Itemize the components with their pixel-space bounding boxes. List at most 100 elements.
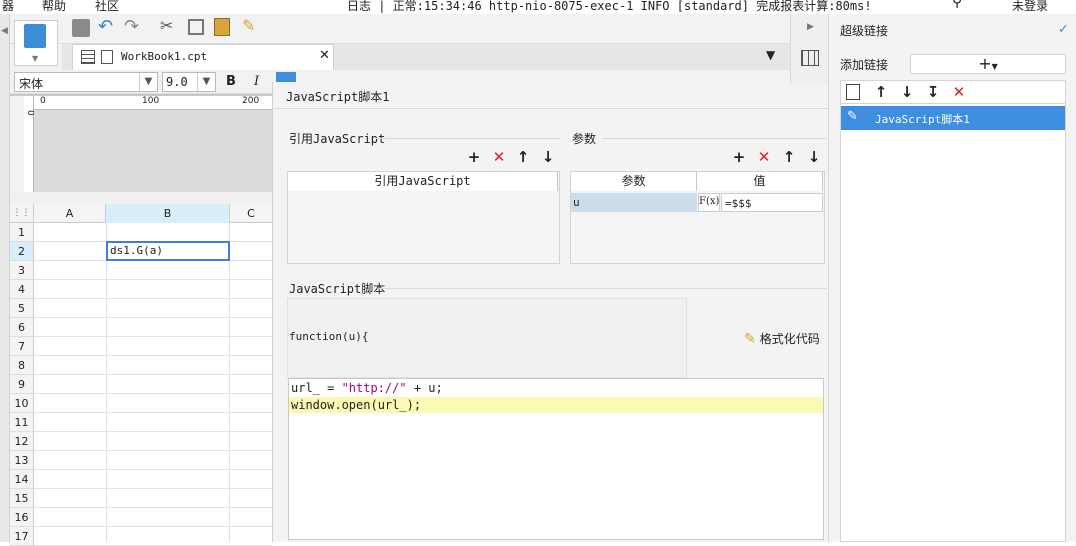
menu-item-help[interactable]: 帮助 bbox=[42, 0, 66, 14]
close-tab-icon[interactable]: ✕ bbox=[319, 48, 330, 63]
undo-icon[interactable]: ↶ bbox=[98, 16, 113, 37]
redo-icon[interactable]: ↷ bbox=[124, 16, 139, 37]
tab-list-dropdown-icon[interactable]: ▼ bbox=[766, 48, 775, 62]
bold-button[interactable]: B bbox=[226, 74, 236, 89]
underline-button[interactable] bbox=[276, 72, 296, 82]
menu-item-community[interactable]: 社区 bbox=[95, 0, 119, 14]
move-down-param-button[interactable]: ↓ bbox=[805, 148, 823, 166]
row-header[interactable]: 8 bbox=[10, 356, 34, 375]
code-string-token: "http://" bbox=[341, 381, 407, 395]
panel-title: 超级链接 bbox=[840, 24, 889, 38]
row-header[interactable]: 4 bbox=[10, 280, 34, 299]
template-dropdown-icon[interactable]: ▼ bbox=[32, 54, 38, 63]
chevron-down-icon: ▼ bbox=[197, 73, 215, 91]
column-header-c[interactable]: C bbox=[230, 204, 272, 223]
divider bbox=[602, 138, 826, 139]
pencil-icon: ✎ bbox=[847, 109, 858, 124]
copy-icon[interactable] bbox=[188, 19, 204, 35]
move-up-link-button[interactable]: ↑ bbox=[872, 83, 890, 101]
move-up-ref-js-button[interactable]: ↑ bbox=[514, 148, 532, 166]
row-header[interactable]: 5 bbox=[10, 299, 34, 318]
params-table[interactable]: 参数 值 u F(x) =$$$ bbox=[570, 171, 825, 264]
cut-icon[interactable]: ✂ bbox=[160, 16, 173, 35]
table-row bbox=[34, 280, 272, 299]
row-header[interactable]: 2 bbox=[10, 242, 34, 261]
select-all-icon[interactable]: ⋮⋮ bbox=[10, 204, 34, 223]
ruler-mark: 0 bbox=[40, 96, 46, 106]
right-toolbar-strip: ▶ bbox=[790, 14, 828, 84]
add-link-dropdown[interactable]: +▼ bbox=[910, 54, 1066, 74]
column-header-a[interactable]: A bbox=[34, 204, 106, 223]
widget-settings-icon[interactable] bbox=[801, 50, 819, 66]
code-token: + u; bbox=[406, 381, 443, 395]
row-header[interactable]: 13 bbox=[10, 451, 34, 470]
add-link-label: 添加链接 bbox=[840, 58, 889, 72]
row-header[interactable]: 10 bbox=[10, 394, 34, 413]
delete-param-button[interactable]: ✕ bbox=[755, 148, 773, 166]
table-row bbox=[34, 432, 272, 451]
save-icon[interactable] bbox=[72, 19, 90, 37]
table-row bbox=[34, 489, 272, 508]
ref-js-table[interactable]: 引用JavaScript bbox=[287, 171, 560, 264]
divider bbox=[376, 138, 560, 139]
param-value-column-header: 值 bbox=[697, 172, 823, 191]
sheet-gap bbox=[10, 192, 274, 204]
function-header: function(u){ bbox=[289, 330, 369, 343]
spreadsheet-grid[interactable]: 1 2 3 4 5 6 7 8 9 10 11 12 13 14 15 16 1… bbox=[10, 223, 272, 546]
cell-b2[interactable]: ds1.G(a) bbox=[106, 241, 230, 261]
column-header-row: ⋮⋮ A B C bbox=[10, 204, 272, 223]
tab-workbook[interactable]: WorkBook1.cpt ✕ bbox=[72, 44, 334, 70]
apply-icon[interactable]: ✓ bbox=[1058, 22, 1069, 37]
copy-link-icon[interactable] bbox=[846, 84, 860, 100]
move-bottom-link-button[interactable]: ↧ bbox=[924, 83, 942, 101]
row-header[interactable]: 16 bbox=[10, 508, 34, 527]
collapse-left-icon[interactable]: ◀ bbox=[1, 26, 8, 36]
italic-button[interactable]: I bbox=[254, 74, 259, 89]
row-header[interactable]: 1 bbox=[10, 223, 34, 242]
param-value-cell[interactable]: =$$$ bbox=[721, 193, 823, 212]
ruler-mark: 200 bbox=[242, 96, 260, 106]
paste-icon[interactable] bbox=[214, 18, 230, 36]
param-name-cell[interactable]: u bbox=[571, 193, 697, 212]
row-header[interactable]: 3 bbox=[10, 261, 34, 280]
row-header[interactable]: 11 bbox=[10, 413, 34, 432]
table-row bbox=[34, 508, 272, 527]
move-down-link-button[interactable]: ↓ bbox=[898, 83, 916, 101]
row-header[interactable]: 17 bbox=[10, 527, 34, 546]
login-link[interactable]: 未登录 bbox=[1012, 0, 1048, 14]
menu-item-server[interactable]: 器 bbox=[2, 0, 14, 14]
vertical-ruler: 0 bbox=[24, 96, 35, 192]
code-token: window.open(url_); bbox=[291, 398, 422, 412]
add-param-button[interactable]: + bbox=[730, 148, 748, 166]
table-row bbox=[34, 470, 272, 489]
font-size-select[interactable]: 9.0 ▼ bbox=[162, 72, 216, 92]
move-up-param-button[interactable]: ↑ bbox=[780, 148, 798, 166]
param-name-column-header: 参数 bbox=[571, 172, 697, 191]
row-header[interactable]: 6 bbox=[10, 318, 34, 337]
row-header[interactable]: 12 bbox=[10, 432, 34, 451]
left-collapse-strip[interactable]: ◀ bbox=[0, 14, 10, 542]
add-ref-js-button[interactable]: + bbox=[465, 148, 483, 166]
link-list[interactable] bbox=[840, 80, 1066, 542]
format-painter-icon[interactable]: ✎ bbox=[242, 16, 255, 35]
list-item[interactable]: ✎ JavaScript脚本1 bbox=[841, 106, 1065, 130]
delete-ref-js-button[interactable]: ✕ bbox=[490, 148, 508, 166]
font-family-select[interactable]: 宋体 ▼ bbox=[14, 72, 158, 92]
column-header-b[interactable]: B bbox=[106, 204, 230, 223]
search-icon[interactable]: ⚲ bbox=[952, 0, 962, 10]
collapse-right-icon[interactable]: ▶ bbox=[807, 22, 814, 32]
formula-button[interactable]: F(x) bbox=[698, 193, 720, 212]
javascript-code-editor[interactable]: url_ = "http://" + u; window.open(url_); bbox=[288, 378, 824, 540]
format-code-button[interactable]: ✎ 格式化代码 bbox=[744, 330, 820, 347]
row-header[interactable]: 7 bbox=[10, 337, 34, 356]
delete-link-button[interactable]: ✕ bbox=[950, 83, 968, 101]
dialog-title: JavaScript脚本1 bbox=[286, 90, 390, 104]
table-row bbox=[34, 356, 272, 375]
row-header[interactable]: 9 bbox=[10, 375, 34, 394]
row-header[interactable]: 15 bbox=[10, 489, 34, 508]
log-status-text: 日志 | 正常:15:34:46 http-nio-8075-exec-1 IN… bbox=[347, 0, 872, 13]
ruler-mark: 100 bbox=[142, 96, 160, 106]
row-header[interactable]: 14 bbox=[10, 470, 34, 489]
move-down-ref-js-button[interactable]: ↓ bbox=[539, 148, 557, 166]
table-row bbox=[34, 299, 272, 318]
